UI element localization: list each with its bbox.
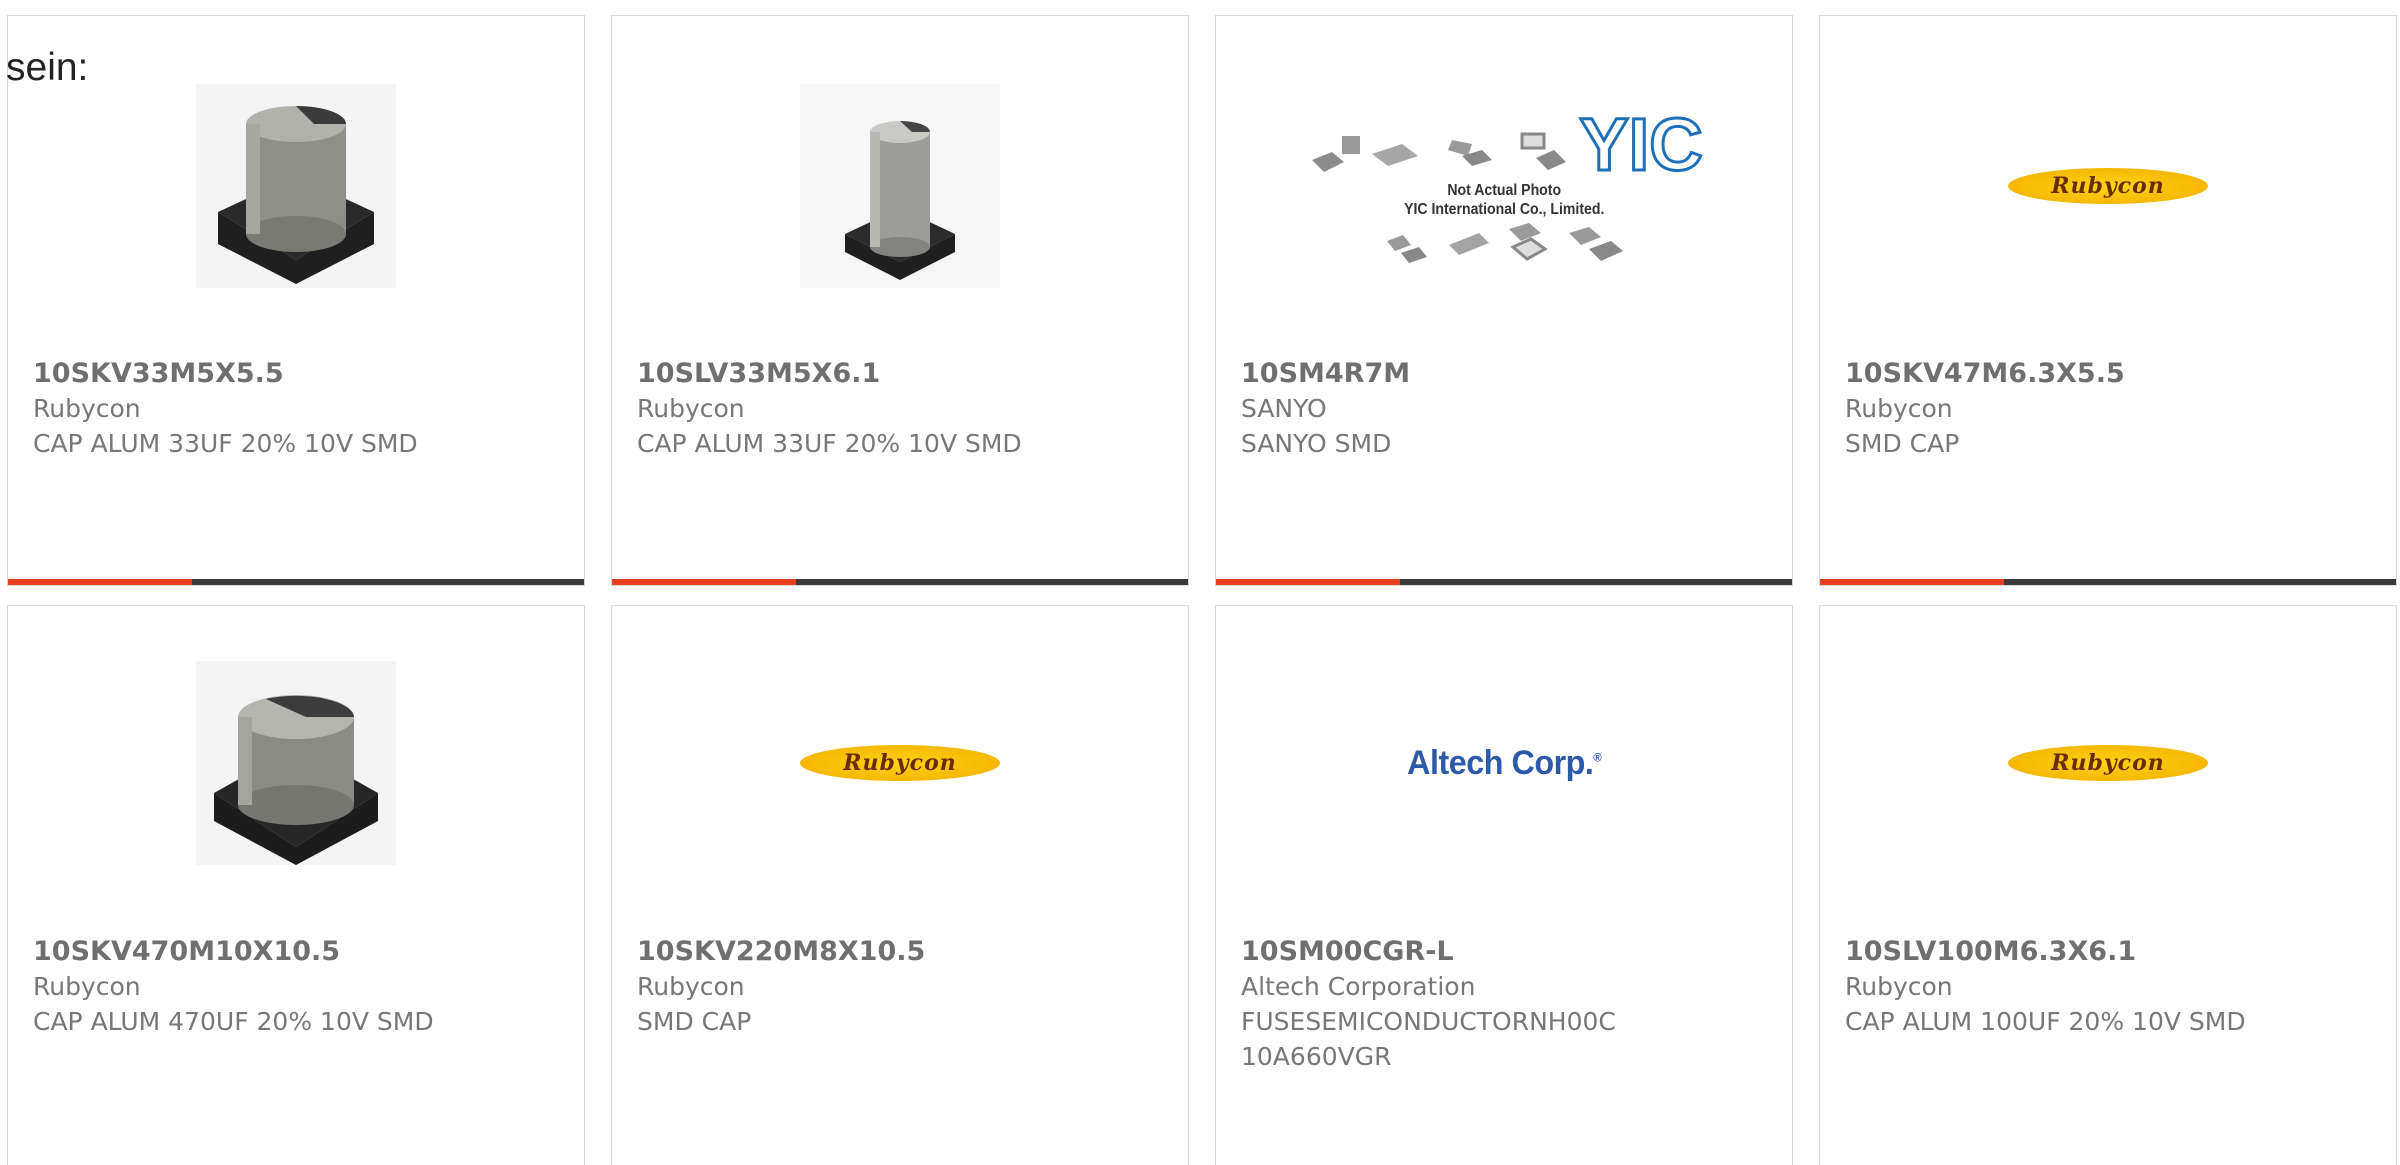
product-card[interactable]: 10SLV33M5X6.1 Rubycon CAP ALUM 33UF 20% …	[611, 15, 1189, 586]
manufacturer: Rubycon	[33, 972, 141, 1001]
manufacturer: Rubycon	[1845, 394, 1953, 423]
component-shapes-icon	[1311, 132, 1566, 172]
rubycon-logo: Rubycon	[2008, 168, 2208, 204]
description: SMD CAP	[1845, 429, 1960, 458]
manufacturer: Rubycon	[637, 972, 745, 1001]
placeholder-note: Not Actual Photo	[1447, 182, 1561, 199]
product-image[interactable]: Rubycon	[1820, 84, 2396, 288]
manufacturer: Rubycon	[33, 394, 141, 423]
product-image[interactable]	[612, 84, 1188, 288]
component-shapes-icon	[1386, 223, 1623, 263]
capacitor-photo-icon	[196, 84, 396, 288]
product-card[interactable]: 10SKV470M10X10.5 Rubycon CAP ALUM 470UF …	[7, 605, 585, 1165]
card-accent-bar	[1820, 579, 2396, 585]
part-number[interactable]: 10SM00CGR-L	[1241, 934, 1772, 969]
description: CAP ALUM 470UF 20% 10V SMD	[33, 1007, 434, 1036]
description: CAP ALUM 100UF 20% 10V SMD	[1845, 1007, 2246, 1036]
product-card[interactable]: Altech Corp.® 10SM00CGR-L Altech Corpora…	[1215, 605, 1793, 1165]
part-number[interactable]: 10SKV33M5X5.5	[33, 356, 564, 391]
card-accent-bar	[1216, 579, 1792, 585]
product-image[interactable]: Rubycon	[1820, 661, 2396, 865]
product-image[interactable]: Rubycon	[612, 661, 1188, 865]
part-number[interactable]: 10SKV470M10X10.5	[33, 934, 564, 969]
part-number[interactable]: 10SKV220M8X10.5	[637, 934, 1168, 969]
product-card[interactable]: YIC Not Actual Photo YIC International C…	[1215, 15, 1793, 586]
rubycon-logo: Rubycon	[800, 745, 1000, 781]
manufacturer: SANYO	[1241, 394, 1327, 423]
manufacturer: Rubycon	[1845, 972, 1953, 1001]
intro-text: sein:	[6, 46, 89, 89]
part-number[interactable]: 10SLV100M6.3X6.1	[1845, 934, 2376, 969]
part-number[interactable]: 10SLV33M5X6.1	[637, 356, 1168, 391]
yic-placeholder: YIC Not Actual Photo YIC International C…	[1302, 102, 1706, 270]
placeholder-company: YIC International Co., Limited.	[1403, 201, 1605, 218]
svg-text:YIC: YIC	[1580, 104, 1703, 176]
card-accent-bar	[8, 579, 584, 585]
description: CAP ALUM 33UF 20% 10V SMD	[33, 429, 418, 458]
product-image[interactable]	[8, 661, 584, 865]
product-card[interactable]: Rubycon 10SLV100M6.3X6.1 Rubycon CAP ALU…	[1819, 605, 2397, 1165]
description: SMD CAP	[637, 1007, 752, 1036]
product-image[interactable]: YIC Not Actual Photo YIC International C…	[1216, 102, 1792, 364]
capacitor-photo-icon	[800, 84, 1000, 288]
description: FUSESEMICONDUCTORNH00C 10A660VGR	[1241, 1007, 1616, 1071]
product-image[interactable]: Altech Corp.®	[1216, 661, 1792, 865]
yic-logo-icon: YIC	[1578, 102, 1704, 188]
part-number[interactable]: 10SKV47M6.3X5.5	[1845, 356, 2376, 391]
description: SANYO SMD	[1241, 429, 1392, 458]
manufacturer: Rubycon	[637, 394, 745, 423]
product-card[interactable]: Rubycon 10SKV220M8X10.5 Rubycon SMD CAP	[611, 605, 1189, 1165]
part-number[interactable]: 10SM4R7M	[1241, 356, 1772, 391]
capacitor-photo-icon	[196, 661, 396, 865]
product-image[interactable]	[8, 84, 584, 288]
description: CAP ALUM 33UF 20% 10V SMD	[637, 429, 1022, 458]
altech-logo: Altech Corp.®	[1406, 743, 1602, 782]
card-accent-bar	[612, 579, 1188, 585]
rubycon-logo: Rubycon	[2008, 745, 2208, 781]
altech-logo-text: Altech Corp.	[1406, 743, 1594, 782]
manufacturer: Altech Corporation	[1241, 972, 1476, 1001]
product-card[interactable]: Rubycon 10SKV47M6.3X5.5 Rubycon SMD CAP	[1819, 15, 2397, 586]
product-card[interactable]: 10SKV33M5X5.5 Rubycon CAP ALUM 33UF 20% …	[7, 15, 585, 586]
